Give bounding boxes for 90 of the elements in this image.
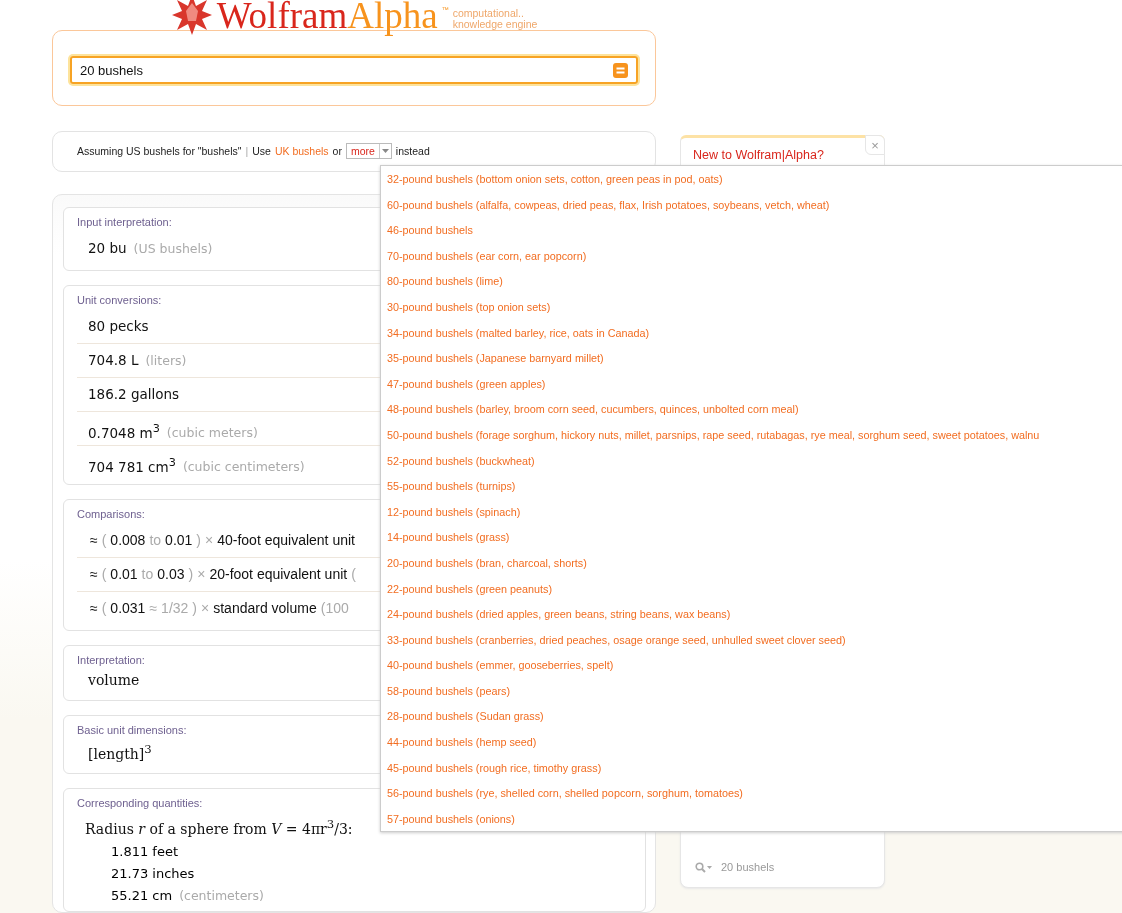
range-value: 0.031 <box>110 598 146 618</box>
range-value: 0.008 <box>110 530 146 550</box>
pod-title: Comparisons: <box>77 507 145 520</box>
star-logo-icon <box>170 0 213 36</box>
dropdown-option[interactable]: 47-pound bushels (green apples) <box>381 371 1122 398</box>
dropdown-option[interactable]: 44-pound bushels (hemp seed) <box>381 730 1122 756</box>
range-value: 0.01 <box>165 530 193 550</box>
dropdown-option[interactable]: 80-pound bushels (lime) <box>381 269 1122 295</box>
unit-note: (liters) <box>145 351 187 370</box>
dropdown-option[interactable]: 46-pound bushels <box>381 218 1122 244</box>
dropdown-option[interactable]: 22-pound bushels (green peanuts) <box>381 576 1122 603</box>
times-sign: × <box>201 598 210 618</box>
logo-tagline: knowledge engine <box>452 19 538 30</box>
dropdown-option[interactable]: 60-pound bushels (alfalfa, cowpeas, dried peas, flax, Irish potatoes, soybeans, vetch, wheat) <box>381 192 1122 219</box>
unit-note: (100 <box>320 598 349 618</box>
result-value: 0.7048 m$^{3}$ <box>88 420 160 443</box>
pod-title: Input interpretation: <box>77 215 172 228</box>
dropdown-option[interactable]: 14-pound bushels (grass) <box>381 525 1122 551</box>
times-sign: × <box>205 530 214 550</box>
dropdown-option[interactable]: 24-pound bushels (dried apples, green beans, string beans, wax beans) <box>381 602 1122 628</box>
result-value: volume <box>87 670 141 690</box>
paren-text: ) <box>192 598 197 618</box>
result-value: 1.811 feet <box>111 843 179 861</box>
comparison-unit: 20-foot equivalent unit <box>209 564 348 584</box>
search-field[interactable]: 20 bushels <box>70 56 638 84</box>
result-value: 21.73 inches <box>111 865 195 883</box>
comparison-unit: 40-foot equivalent unit <box>217 530 355 550</box>
dropdown-option[interactable]: 20-pound bushels (bran, charcoal, shorts) <box>381 550 1122 577</box>
range-value: 0.03 <box>157 564 185 584</box>
assumption-text: Assuming US bushels for "bushels" <box>77 145 242 158</box>
promo-title[interactable]: New to Wolfram|Alpha? <box>693 148 824 162</box>
paren-text: ( <box>101 598 107 618</box>
paren-text: ( <box>101 564 107 584</box>
dropdown-option[interactable]: 70-pound bushels (ear corn, ear popcorn) <box>381 243 1122 270</box>
uk-bushels-link[interactable]: UK bushels <box>274 145 329 158</box>
use-text: Use <box>252 145 271 158</box>
approx-sign: ≈ <box>90 530 98 550</box>
dropdown-option[interactable]: 12-pound bushels (spinach) <box>381 499 1122 526</box>
pod-title: Interpretation: <box>77 653 145 666</box>
result-value: 704.8 L <box>88 350 139 370</box>
unit-note: (cubic centimeters) <box>182 458 305 477</box>
result-value: 80 pecks <box>88 316 149 336</box>
dropdown-option[interactable]: 30-pound bushels (top onion sets) <box>381 294 1122 321</box>
result-value: 704 781 cm$^{3}$ <box>88 454 176 477</box>
dropdown-option[interactable]: 56-pound bushels (rye, shelled corn, shelled popcorn, sorghum, tomatoes) <box>381 781 1122 807</box>
dropdown-option[interactable]: 40-pound bushels (emmer, gooseberries, spelt) <box>381 653 1122 679</box>
dropdown-option[interactable]: 28-pound bushels (Sudan grass) <box>381 704 1122 731</box>
pod-title: Basic unit dimensions: <box>77 723 187 736</box>
dropdown-option[interactable]: 50-pound bushels (forage sorghum, hickory nuts, millet, parsnips, rape seed, rutabagas, rye meal, sorghum seed, sweet potatoes, walnu <box>381 422 1122 449</box>
dropdown-option[interactable]: 32-pound bushels (bottom onion sets, cotton, green peas in pod, oats) <box>381 167 1122 193</box>
result-value: 20 bu <box>88 238 127 258</box>
pod-title: Corresponding quantities: <box>77 797 203 810</box>
dropdown-option[interactable]: 52-pound bushels (buckwheat) <box>381 448 1122 475</box>
result-value: 55.21 cm <box>111 887 173 905</box>
unit-note: (US bushels) <box>133 239 213 258</box>
close-button[interactable]: × <box>865 135 885 155</box>
logo-wordmark: WolframAlpha <box>216 0 438 36</box>
dropdown-option[interactable]: 45-pound bushels (rough rice, timothy grass) <box>381 755 1122 782</box>
approx-sign: ≈ <box>90 598 98 618</box>
instead-text: instead <box>395 145 430 158</box>
unit-note: ( <box>351 564 356 584</box>
approx-sign: ≈ <box>90 564 98 584</box>
search-icon[interactable] <box>695 862 713 873</box>
history-item[interactable]: 20 bushels <box>721 861 775 873</box>
comparison-unit: standard volume <box>213 598 317 618</box>
paren-text: ) <box>188 564 194 584</box>
dropdown-option[interactable]: 34-pound bushels (malted barley, rice, oats in Canada) <box>381 320 1122 347</box>
result-value: 186.2 gallons <box>88 384 180 404</box>
dropdown-option[interactable]: 55-pound bushels (turnips) <box>381 474 1122 500</box>
equals-button-icon[interactable] <box>613 62 628 78</box>
paren-text: ( <box>101 530 107 550</box>
unit-select[interactable]: more <box>345 143 392 160</box>
dropdown-option[interactable]: 48-pound bushels (barley, broom corn seed, cucumbers, quinces, unbolted corn meal) <box>381 397 1122 423</box>
range-value: 1/32 <box>161 598 189 618</box>
logo-tagline: computational.. <box>452 8 525 19</box>
dropdown-option[interactable]: 35-pound bushels (Japanese barnyard millet) <box>381 346 1122 372</box>
paren-text: ) <box>196 530 201 550</box>
separator-text: | <box>245 145 249 158</box>
pod-title: Unit conversions: <box>77 293 162 306</box>
dropdown-option[interactable]: 57-pound bushels (onions) <box>381 806 1122 833</box>
range-value: 0.01 <box>110 564 138 584</box>
unit-note: (cubic meters) <box>166 424 258 443</box>
result-value: [length]$^{3}$ <box>87 740 153 764</box>
formula-text: Radius r of a sphere from V = 4πr$^{3}$/3: <box>84 816 354 839</box>
unit-note: (centimeters) <box>179 887 264 905</box>
dropdown-option[interactable]: 33-pound bushels (cranberries, dried peaches, osage orange seed, unhulled sweet clover seed) <box>381 627 1122 654</box>
caret-icon <box>381 149 389 154</box>
or-text: or <box>332 145 342 158</box>
times-sign: × <box>197 564 206 584</box>
dropdown-option[interactable]: 58-pound bushels (pears) <box>381 678 1122 705</box>
